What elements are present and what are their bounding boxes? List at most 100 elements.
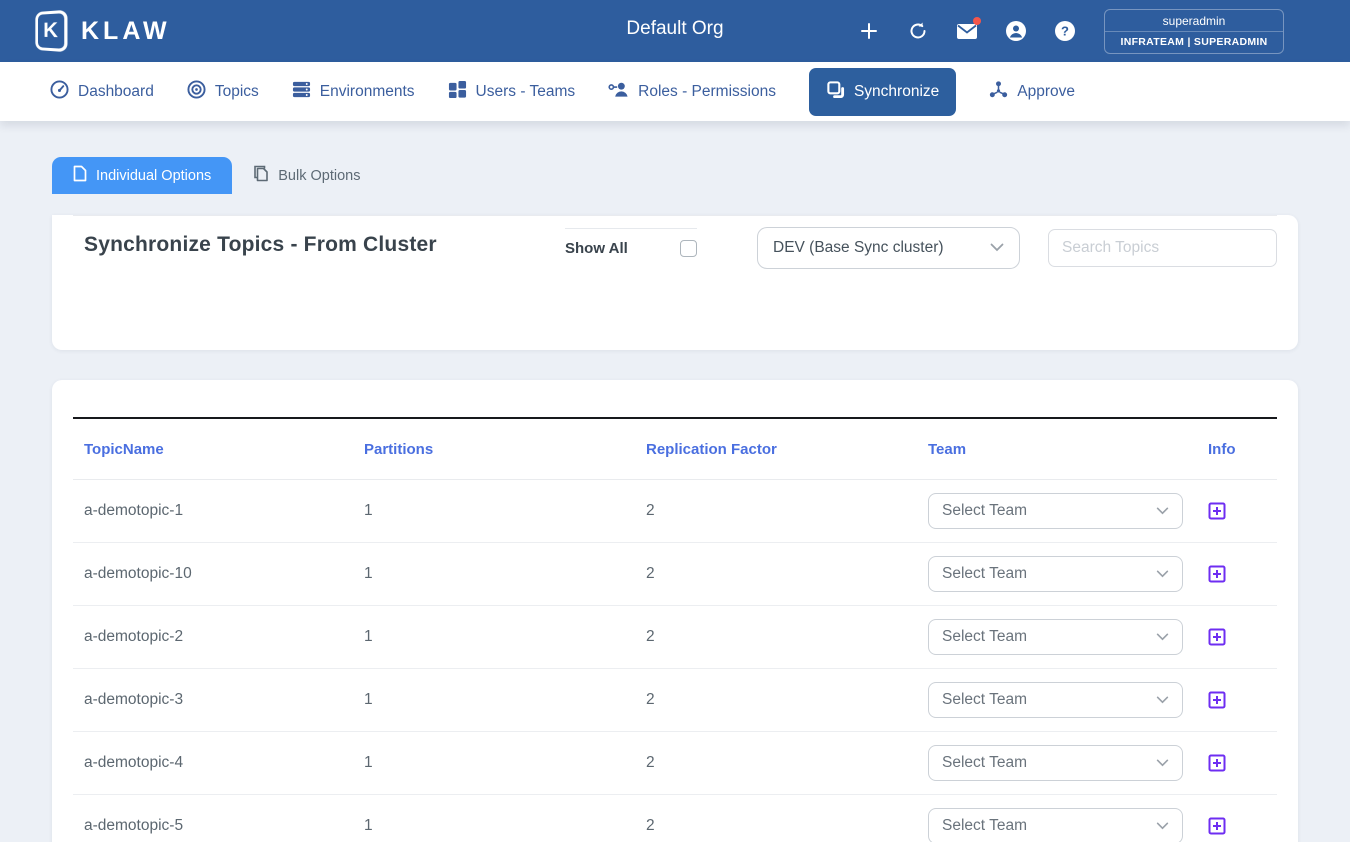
replication-factor-value: 2 bbox=[646, 502, 928, 520]
nav-item-topics[interactable]: Topics bbox=[187, 80, 259, 104]
table-row: a-demotopic-10 1 2 Select Team bbox=[73, 543, 1277, 606]
sync-topics-table: TopicName Partitions Replication Factor … bbox=[73, 417, 1277, 842]
show-all-checkbox[interactable] bbox=[680, 240, 697, 257]
tab-bulk-options[interactable]: Bulk Options bbox=[232, 157, 381, 194]
partitions-value: 1 bbox=[364, 754, 646, 772]
team-select[interactable]: Select Team bbox=[928, 745, 1183, 781]
chevron-down-icon bbox=[990, 239, 1004, 257]
nav-item-users-teams[interactable]: Users - Teams bbox=[448, 80, 576, 104]
partitions-value: 1 bbox=[364, 691, 646, 709]
chevron-down-icon bbox=[1156, 817, 1169, 835]
column-header-team: Team bbox=[928, 441, 1208, 458]
partitions-value: 1 bbox=[364, 565, 646, 583]
partitions-value: 1 bbox=[364, 502, 646, 520]
search-topics-input[interactable] bbox=[1048, 229, 1277, 267]
nav-item-environments[interactable]: Environments bbox=[292, 80, 415, 104]
nav-label: Topics bbox=[215, 83, 259, 101]
mail-icon[interactable] bbox=[956, 20, 978, 42]
chevron-down-icon bbox=[1156, 628, 1169, 646]
page-content: Individual Options Bulk Options Synchron… bbox=[0, 157, 1350, 842]
column-header-replication-factor: Replication Factor bbox=[646, 441, 928, 458]
klaw-logo-icon: K bbox=[35, 10, 67, 52]
notification-badge bbox=[973, 17, 981, 25]
nav-label: Environments bbox=[320, 83, 415, 101]
team-select-value: Select Team bbox=[942, 502, 1027, 520]
team-select[interactable]: Select Team bbox=[928, 619, 1183, 655]
dashboard-icon bbox=[50, 80, 69, 104]
user-team-role: INFRATEAM | SUPERADMIN bbox=[1105, 32, 1283, 53]
nav-label: Users - Teams bbox=[476, 83, 576, 101]
add-info-icon[interactable] bbox=[1208, 754, 1226, 772]
column-header-topicname: TopicName bbox=[73, 441, 364, 458]
nav-label: Approve bbox=[1017, 83, 1075, 101]
nav-item-roles-permissions[interactable]: Roles - Permissions bbox=[608, 80, 776, 103]
add-icon[interactable] bbox=[858, 20, 880, 42]
partitions-value: 1 bbox=[364, 628, 646, 646]
brand: K KLAW bbox=[34, 11, 171, 51]
synchronize-icon bbox=[826, 80, 845, 104]
add-info-icon[interactable] bbox=[1208, 817, 1226, 835]
nav-label: Roles - Permissions bbox=[638, 83, 776, 101]
document-icon bbox=[73, 165, 87, 186]
topic-name: a-demotopic-2 bbox=[73, 628, 364, 646]
org-title: Default Org bbox=[626, 18, 723, 40]
topic-name: a-demotopic-10 bbox=[73, 565, 364, 583]
table-row: a-demotopic-2 1 2 Select Team bbox=[73, 606, 1277, 669]
topic-name: a-demotopic-5 bbox=[73, 817, 364, 835]
environments-icon bbox=[292, 80, 311, 104]
tab-individual-options[interactable]: Individual Options bbox=[52, 157, 232, 194]
nav-label: Synchronize bbox=[854, 83, 939, 101]
chevron-down-icon bbox=[1156, 691, 1169, 709]
topics-icon bbox=[187, 80, 206, 104]
app-header: K KLAW Default Org ? superadmin INFRATEA… bbox=[0, 0, 1350, 62]
tab-label: Bulk Options bbox=[278, 168, 360, 184]
topic-name: a-demotopic-4 bbox=[73, 754, 364, 772]
documents-copy-icon bbox=[253, 165, 269, 186]
team-select-value: Select Team bbox=[942, 628, 1027, 646]
table-row: a-demotopic-1 1 2 Select Team bbox=[73, 480, 1277, 543]
approve-icon bbox=[989, 80, 1008, 104]
add-info-icon[interactable] bbox=[1208, 628, 1226, 646]
cluster-select[interactable]: DEV (Base Sync cluster) bbox=[757, 227, 1020, 269]
partitions-value: 1 bbox=[364, 817, 646, 835]
column-header-partitions: Partitions bbox=[364, 441, 646, 458]
show-all-label: Show All bbox=[565, 240, 628, 257]
nav-label: Dashboard bbox=[78, 83, 154, 101]
team-select[interactable]: Select Team bbox=[928, 808, 1183, 842]
show-all-group: Show All bbox=[565, 228, 697, 257]
table-header-row: TopicName Partitions Replication Factor … bbox=[73, 419, 1277, 480]
team-select-value: Select Team bbox=[942, 817, 1027, 835]
team-select[interactable]: Select Team bbox=[928, 682, 1183, 718]
user-name: superadmin bbox=[1105, 10, 1283, 32]
sync-options-panel: Synchronize Topics - From Cluster Show A… bbox=[52, 215, 1298, 350]
chevron-down-icon bbox=[1156, 565, 1169, 583]
add-info-icon[interactable] bbox=[1208, 502, 1226, 520]
replication-factor-value: 2 bbox=[646, 565, 928, 583]
page-title: Synchronize Topics - From Cluster bbox=[84, 233, 565, 257]
add-info-icon[interactable] bbox=[1208, 565, 1226, 583]
brand-name: KLAW bbox=[81, 17, 171, 46]
user-icon[interactable] bbox=[1005, 20, 1027, 42]
team-select-value: Select Team bbox=[942, 565, 1027, 583]
cluster-select-value: DEV (Base Sync cluster) bbox=[773, 239, 944, 257]
nav-item-approve[interactable]: Approve bbox=[989, 80, 1075, 104]
nav-item-synchronize[interactable]: Synchronize bbox=[809, 68, 956, 116]
user-info-box[interactable]: superadmin INFRATEAM | SUPERADMIN bbox=[1104, 9, 1284, 54]
chevron-down-icon bbox=[1156, 502, 1169, 520]
sync-table-card: TopicName Partitions Replication Factor … bbox=[52, 380, 1298, 842]
roles-permissions-icon bbox=[608, 80, 629, 103]
team-select[interactable]: Select Team bbox=[928, 556, 1183, 592]
nav-item-dashboard[interactable]: Dashboard bbox=[50, 80, 154, 104]
options-tabs: Individual Options Bulk Options bbox=[52, 157, 1298, 194]
topic-name: a-demotopic-1 bbox=[73, 502, 364, 520]
add-info-icon[interactable] bbox=[1208, 691, 1226, 709]
help-icon[interactable]: ? bbox=[1054, 20, 1076, 42]
main-nav: Dashboard Topics Environments Users - Te… bbox=[0, 62, 1350, 121]
team-select[interactable]: Select Team bbox=[928, 493, 1183, 529]
team-select-value: Select Team bbox=[942, 691, 1027, 709]
table-row: a-demotopic-4 1 2 Select Team bbox=[73, 732, 1277, 795]
refresh-icon[interactable] bbox=[907, 20, 929, 42]
svg-text:?: ? bbox=[1061, 24, 1069, 39]
team-select-value: Select Team bbox=[942, 754, 1027, 772]
replication-factor-value: 2 bbox=[646, 754, 928, 772]
